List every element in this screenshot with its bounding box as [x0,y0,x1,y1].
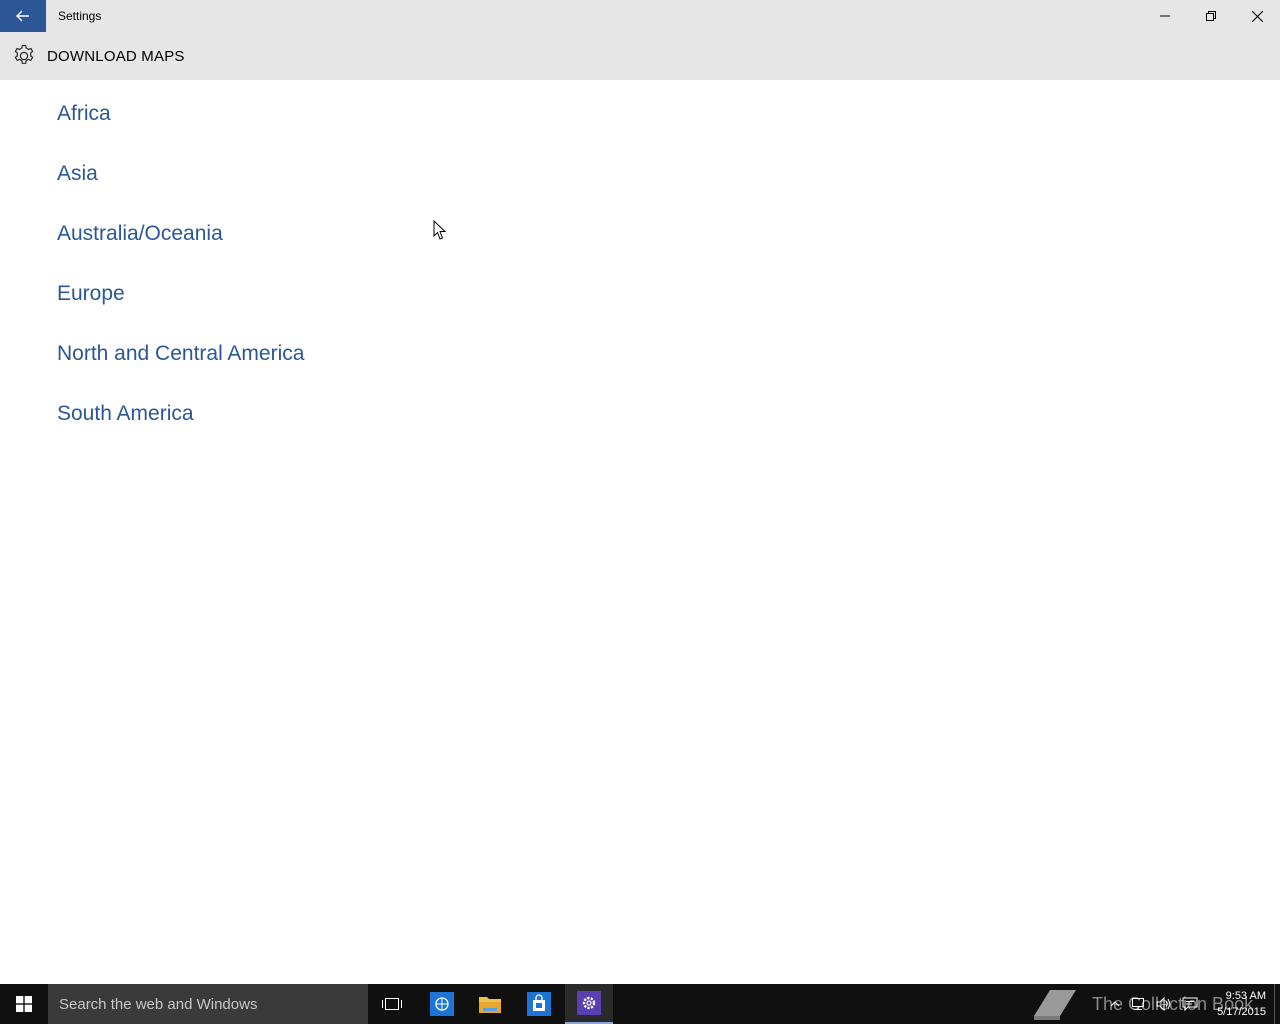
windows-logo-icon [16,996,32,1012]
action-center-icon[interactable] [1182,997,1198,1011]
store-taskbar-button[interactable] [515,984,563,1024]
page-header: DOWNLOAD MAPS [0,32,1280,80]
close-button[interactable] [1234,0,1280,32]
region-item-asia[interactable]: Asia [57,144,304,204]
network-icon[interactable] [1130,997,1146,1011]
page-title: DOWNLOAD MAPS [47,47,185,65]
book-icon [1034,990,1076,1020]
restore-button[interactable] [1188,0,1234,32]
file-explorer-taskbar-button[interactable] [466,984,514,1024]
settings-gear-icon [577,991,601,1015]
region-item-north-central-america[interactable]: North and Central America [57,324,304,384]
task-view-icon [382,998,402,1010]
show-desktop-button[interactable] [1274,984,1280,1024]
chevron-up-icon[interactable] [1110,1000,1120,1008]
taskbar-clock[interactable]: 9:53 AM 5/17/2015 [1217,988,1266,1020]
gear-icon [12,44,36,68]
clock-time: 9:53 AM [1225,990,1266,1002]
minimize-button[interactable] [1142,0,1188,32]
window-controls [1142,0,1280,32]
taskbar: Search the web and Windows The Collectio… [0,984,1280,1024]
browser-icon [430,992,454,1016]
back-arrow-icon [16,10,29,22]
restore-icon [1206,11,1216,21]
window-title: Settings [58,9,102,23]
close-icon [1251,10,1263,22]
region-item-australia-oceania[interactable]: Australia/Oceania [57,204,304,264]
region-item-europe[interactable]: Europe [57,264,304,324]
browser-taskbar-button[interactable] [418,984,466,1024]
volume-icon[interactable] [1156,997,1172,1011]
search-placeholder: Search the web and Windows [59,995,258,1013]
back-button[interactable] [0,0,46,32]
settings-taskbar-button[interactable] [565,984,613,1024]
start-button[interactable] [0,984,48,1024]
region-list: Africa Asia Australia/Oceania Europe Nor… [57,84,304,444]
mouse-pointer-icon [433,220,447,240]
store-icon [527,992,551,1016]
region-item-africa[interactable]: Africa [57,84,304,144]
clock-date: 5/17/2015 [1217,1006,1266,1018]
taskbar-search-box[interactable]: Search the web and Windows [48,984,368,1024]
system-tray [1110,984,1198,1024]
folder-icon [479,997,501,1013]
title-bar: Settings [0,0,1280,32]
region-item-south-america[interactable]: South America [57,384,304,444]
minimize-icon [1160,15,1170,17]
task-view-button[interactable] [368,984,416,1024]
